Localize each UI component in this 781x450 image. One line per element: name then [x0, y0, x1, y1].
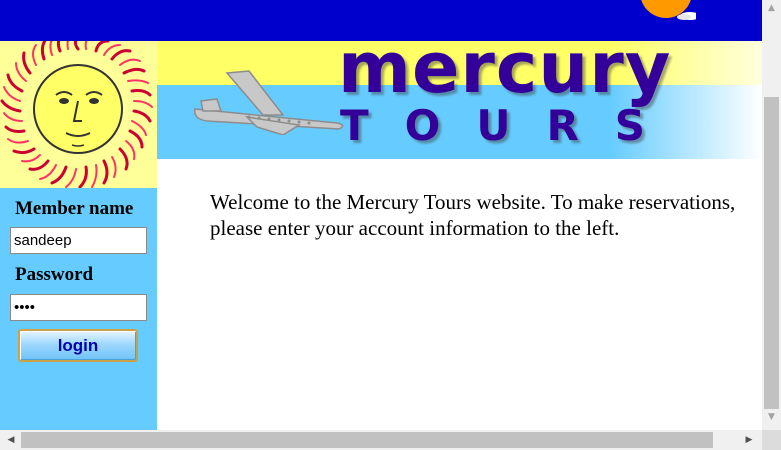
- horizontal-scrollbar[interactable]: ◀ ▶: [0, 430, 762, 450]
- login-button[interactable]: login: [18, 329, 138, 362]
- vertical-scroll-thumb[interactable]: [764, 97, 779, 409]
- sun-cloud-icon: [641, 0, 696, 20]
- sun-logo: [0, 32, 157, 189]
- arrow-up-icon[interactable]: ▲: [762, 0, 781, 17]
- horizontal-scroll-thumb[interactable]: [21, 432, 713, 448]
- site-title: mercury: [338, 41, 672, 109]
- sun-face-icon: [0, 32, 153, 189]
- arrow-down-icon[interactable]: ▼: [762, 409, 781, 426]
- arrow-left-icon[interactable]: ◀: [2, 430, 20, 450]
- welcome-message: Welcome to the Mercury Tours website. To…: [210, 190, 736, 240]
- sidebar: Member name Password login: [0, 32, 157, 430]
- member-name-label: Member name: [15, 198, 134, 219]
- scroll-corner: [762, 430, 781, 450]
- top-bar: [0, 0, 762, 41]
- password-label: Password: [15, 264, 94, 285]
- airplane-icon: [194, 70, 344, 135]
- member-name-input[interactable]: [10, 227, 147, 254]
- site-subtitle: TOURS: [340, 101, 682, 150]
- vertical-scrollbar[interactable]: ▲ ▼: [762, 0, 781, 430]
- password-input[interactable]: [10, 294, 147, 321]
- page-viewport: Member name Password login: [0, 0, 762, 430]
- header-banner: mercury TOURS: [157, 41, 762, 159]
- arrow-right-icon[interactable]: ▶: [740, 430, 758, 450]
